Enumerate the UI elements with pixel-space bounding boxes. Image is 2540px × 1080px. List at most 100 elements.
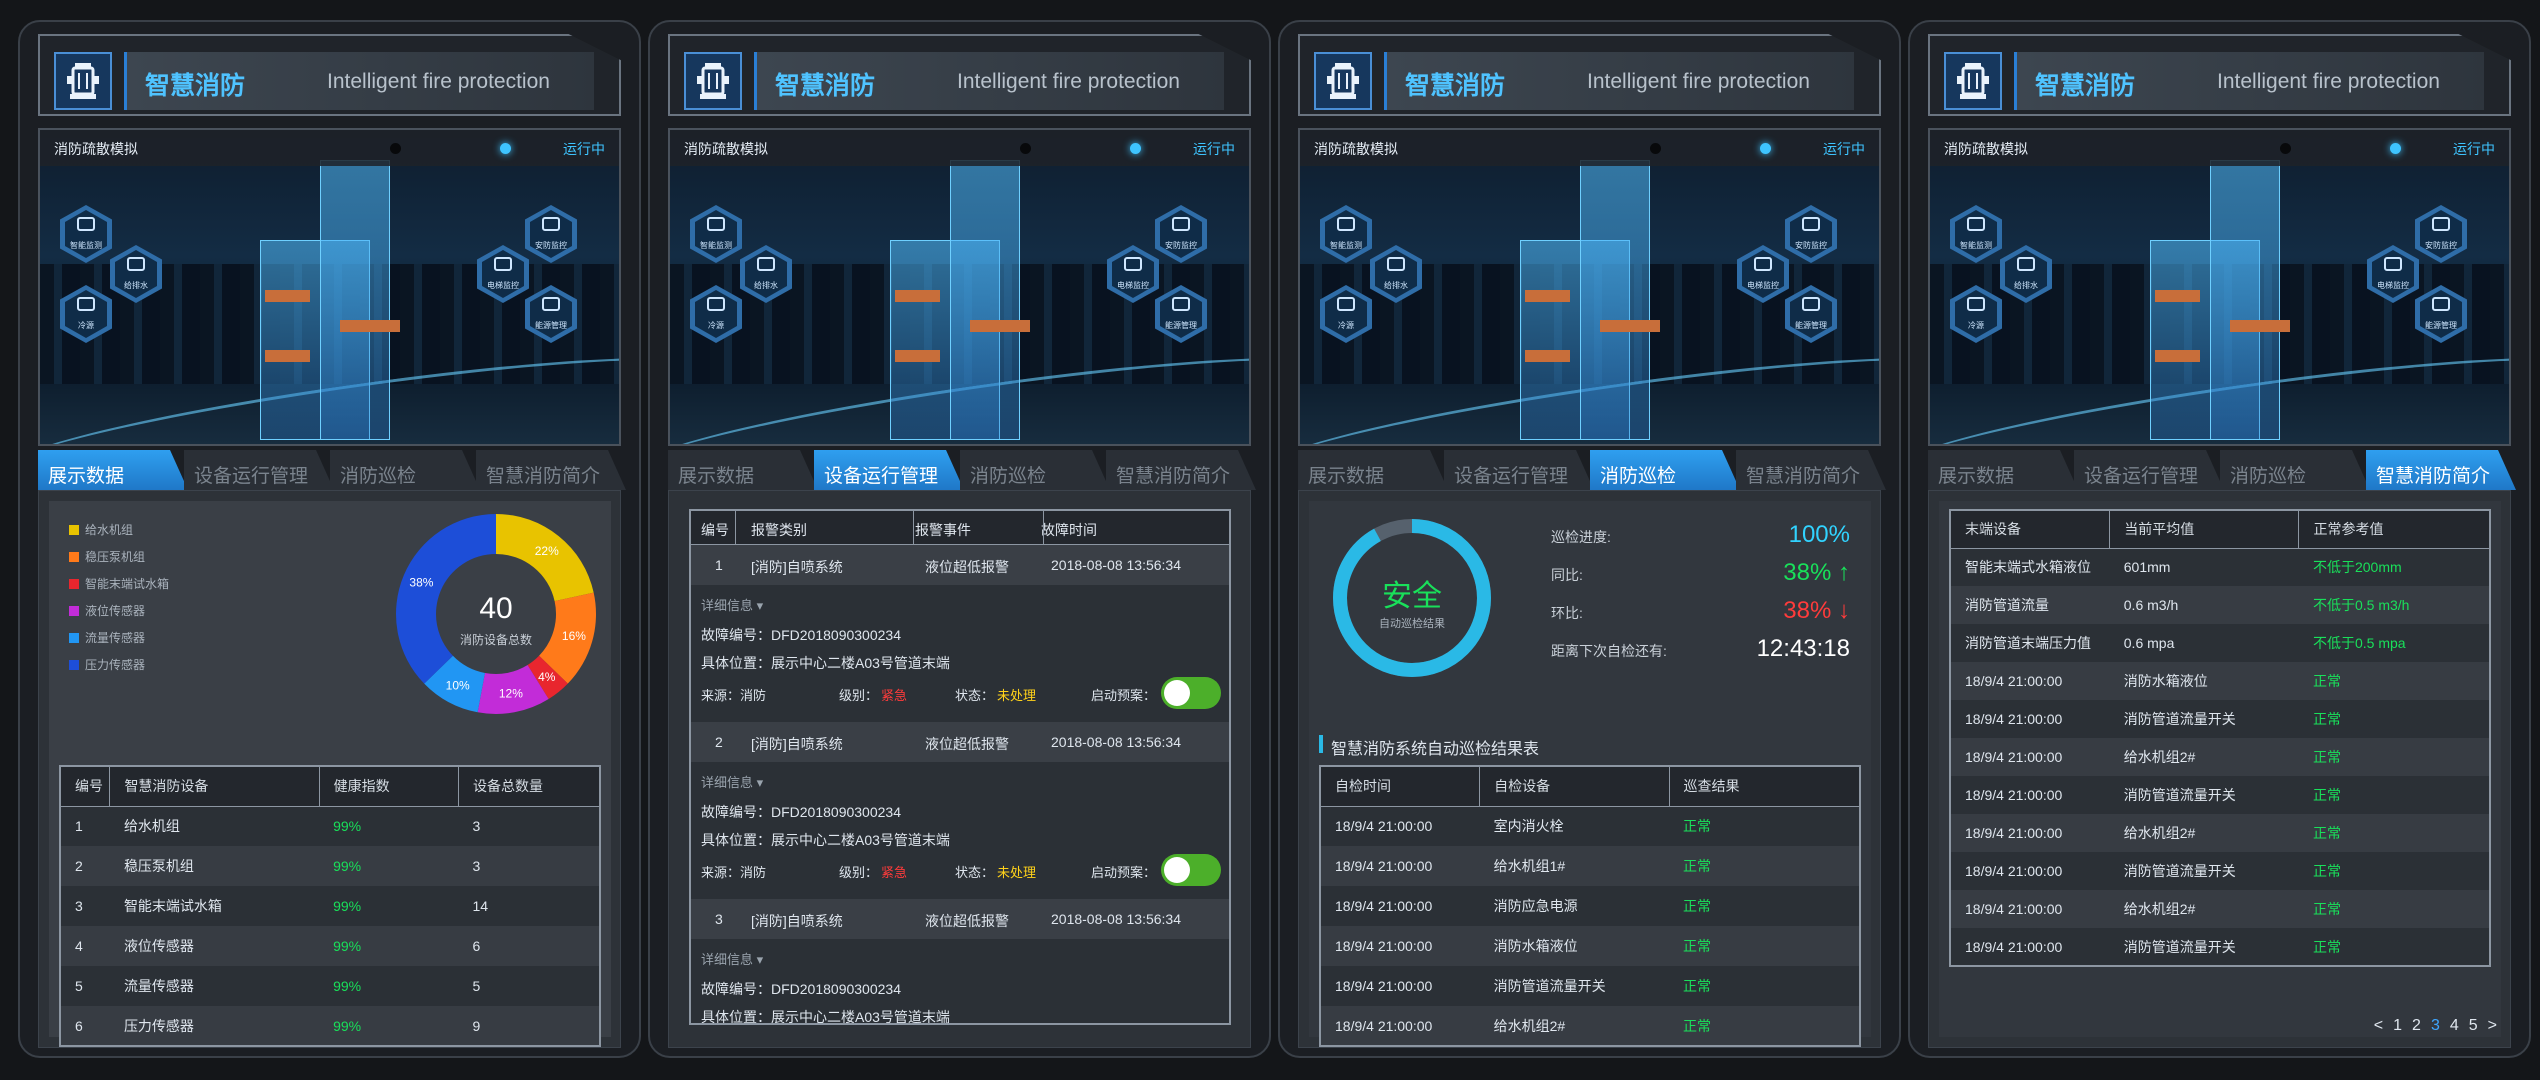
alarm-row[interactable]: 2 [消防]自喷系统 液位超低报警 2018-08-08 13:56:34	[691, 722, 1229, 762]
table-row[interactable]: 1 给水机组 99% 3	[60, 806, 600, 846]
table-row[interactable]: 18/9/4 21:00:00 给水机组2# 正常	[1950, 890, 2490, 928]
page-number[interactable]: 5	[2469, 1017, 2478, 1034]
hex-security-icon[interactable]: 安防监控	[525, 205, 577, 263]
table-row[interactable]: 18/9/4 21:00:00 给水机组1# 正常	[1320, 846, 1860, 886]
donut-slice-label: 12%	[499, 687, 523, 701]
column-header[interactable]: 自检设备	[1479, 765, 1670, 807]
page-next-button[interactable]: >	[2488, 1017, 2497, 1034]
table-row[interactable]: 18/9/4 21:00:00 给水机组2# 正常	[1320, 1006, 1860, 1046]
column-header[interactable]: 报警事件	[915, 520, 971, 540]
evacuation-scene[interactable]: 消防疏散模拟 运行中 智能监测 给排水 冷源 安防监控 电梯监控 能源管理	[668, 128, 1251, 446]
tab-intro[interactable]: 智慧消防简介	[1106, 450, 1256, 490]
tab-fire-patrol[interactable]: 消防巡检	[2220, 450, 2370, 490]
page-number[interactable]: 2	[2412, 1017, 2421, 1034]
tab-intro[interactable]: 智慧消防简介	[1736, 450, 1886, 490]
hex-security-icon[interactable]: 安防监控	[1155, 205, 1207, 263]
page-number[interactable]: 4	[2450, 1017, 2459, 1034]
alarm-row[interactable]: 1 [消防]自喷系统 液位超低报警 2018-08-08 13:56:34	[691, 545, 1229, 585]
hex-monitor-icon[interactable]: 智能监测	[690, 205, 742, 263]
table-row[interactable]: 消防管道末端压力值 0.6 mpa 不低于0.5 mpa	[1950, 624, 2490, 662]
tab-device-management[interactable]: 设备运行管理	[1444, 450, 1594, 490]
hex-security-icon[interactable]: 安防监控	[2415, 205, 2467, 263]
hex-label: 能源管理	[1165, 320, 1197, 330]
table-row[interactable]: 18/9/4 21:00:00 消防水箱液位 正常	[1950, 662, 2490, 700]
column-header[interactable]: 报警类别	[751, 520, 807, 540]
dashboard-panel-1: 智慧消防 Intelligent fire protection 消防疏散模拟 …	[18, 20, 641, 1058]
detail-toggle[interactable]: 详细信息 ▾	[701, 772, 763, 791]
table-row[interactable]: 18/9/4 21:00:00 给水机组2# 正常	[1950, 738, 2490, 776]
detail-toggle[interactable]: 详细信息 ▾	[701, 595, 763, 614]
brand-title-en: Intelligent fire protection	[1587, 70, 1810, 93]
legend-label: 智能末端试水箱	[85, 577, 170, 591]
column-header[interactable]: 编号	[59, 765, 111, 807]
tab-intro[interactable]: 智慧消防简介	[476, 450, 626, 490]
tab-fire-patrol[interactable]: 消防巡检	[960, 450, 1110, 490]
plan-toggle[interactable]	[1161, 854, 1221, 886]
tab-display-data[interactable]: 展示数据	[38, 450, 188, 490]
table-row[interactable]: 18/9/4 21:00:00 消防管道流量开关 正常	[1320, 966, 1860, 1006]
table-cell: 18/9/4 21:00:00	[1950, 700, 2110, 738]
column-header[interactable]: 当前平均值	[2109, 509, 2300, 549]
hex-security-icon[interactable]: 安防监控	[1785, 205, 1837, 263]
scene-floor-band	[265, 290, 310, 302]
table-row[interactable]: 18/9/4 21:00:00 消防应急电源 正常	[1320, 886, 1860, 926]
tab-device-management[interactable]: 设备运行管理	[2074, 450, 2224, 490]
scene-label: 消防疏散模拟	[54, 141, 138, 157]
tab-device-management[interactable]: 设备运行管理	[184, 450, 334, 490]
table-row[interactable]: 5 流量传感器 99% 5	[60, 966, 600, 1006]
table-row[interactable]: 18/9/4 21:00:00 消防管道流量开关 正常	[1950, 928, 2490, 966]
plan-toggle[interactable]	[1161, 677, 1221, 709]
evacuation-scene[interactable]: 消防疏散模拟 运行中 智能监测 给排水 冷源 安防监控 电梯监控 能源管理	[1298, 128, 1881, 446]
hex-label: 智能监测	[1960, 240, 1992, 250]
hex-monitor-icon[interactable]: 智能监测	[1320, 205, 1372, 263]
table-row[interactable]: 18/9/4 21:00:00 给水机组2# 正常	[1950, 814, 2490, 852]
column-header[interactable]: 末端设备	[1949, 509, 2111, 549]
tab-device-management[interactable]: 设备运行管理	[814, 450, 964, 490]
column-header[interactable]: 巡查结果	[1668, 765, 1861, 807]
table-cell: 正常	[1669, 926, 1860, 966]
table-row[interactable]: 18/9/4 21:00:00 消防管道流量开关 正常	[1950, 852, 2490, 890]
table-row[interactable]: 18/9/4 21:00:00 消防管道流量开关 正常	[1950, 776, 2490, 814]
tab-display-data[interactable]: 展示数据	[1928, 450, 2078, 490]
table-row[interactable]: 2 稳压泵机组 99% 3	[60, 846, 600, 886]
table-cell: 给水机组1#	[1479, 846, 1670, 886]
evacuation-scene[interactable]: 消防疏散模拟 运行中 智能监测 给排水 冷源 安防监控 电梯监控 能源管理	[38, 128, 621, 446]
tab-fire-patrol[interactable]: 消防巡检	[1590, 450, 1740, 490]
tab-display-data[interactable]: 展示数据	[1298, 450, 1448, 490]
tab-fire-patrol[interactable]: 消防巡检	[330, 450, 480, 490]
table-cell: 给水机组	[109, 806, 320, 846]
donut-slice-label: 4%	[538, 670, 556, 684]
detail-toggle[interactable]: 详细信息 ▾	[701, 949, 763, 968]
tab-display-data[interactable]: 展示数据	[668, 450, 818, 490]
column-header[interactable]: 健康指数	[318, 765, 459, 807]
page-number[interactable]: 3	[2431, 1017, 2440, 1034]
column-header[interactable]: 正常参考值	[2298, 509, 2491, 549]
table-row[interactable]: 6 压力传感器 99% 9	[60, 1006, 600, 1046]
table-row[interactable]: 18/9/4 21:00:00 室内消火栓 正常	[1320, 806, 1860, 846]
table-row[interactable]: 4 液位传感器 99% 6	[60, 926, 600, 966]
column-header[interactable]: 自检时间	[1319, 765, 1481, 807]
table-row[interactable]: 智能末端式水箱液位 601mm 不低于200mm	[1950, 548, 2490, 586]
page-number[interactable]: 1	[2393, 1017, 2402, 1034]
table-row[interactable]: 18/9/4 21:00:00 消防水箱液位 正常	[1320, 926, 1860, 966]
table-row[interactable]: 消防管道流量 0.6 m3/h 不低于0.5 m3/h	[1950, 586, 2490, 624]
hex-label: 给排水	[754, 280, 778, 290]
table-cell: 消防管道流量	[1950, 586, 2110, 624]
panel-tabs: 展示数据 设备运行管理 消防巡检 智慧消防简介	[38, 450, 626, 490]
column-header[interactable]: 编号	[701, 520, 729, 540]
alarm-list[interactable]: 编号 报警类别 报警事件 故障时间 1 [消防]自喷系统 液位超低报警 2018-08-08 …	[689, 509, 1231, 1025]
alarm-row[interactable]: 3 [消防]自喷系统 液位超低报警 2018-08-08 13:56:34	[691, 899, 1229, 939]
column-header[interactable]: 智慧消防设备	[109, 765, 320, 807]
table-row[interactable]: 3 智能末端试水箱 99% 14	[60, 886, 600, 926]
column-header[interactable]: 设备总数量	[457, 765, 601, 807]
page-prev-button[interactable]: <	[2374, 1017, 2383, 1034]
table-cell: 消防管道流量开关	[2109, 928, 2299, 966]
header-title-strip: 智慧消防 Intelligent fire protection	[1384, 52, 1854, 110]
column-header[interactable]: 故障时间	[1041, 520, 1097, 540]
table-row[interactable]: 18/9/4 21:00:00 消防管道流量开关 正常	[1950, 700, 2490, 738]
hex-monitor-icon[interactable]: 智能监测	[1950, 205, 2002, 263]
hex-monitor-icon[interactable]: 智能监测	[60, 205, 112, 263]
brand-title-en: Intelligent fire protection	[957, 70, 1180, 93]
evacuation-scene[interactable]: 消防疏散模拟 运行中 智能监测 给排水 冷源 安防监控 电梯监控 能源管理	[1928, 128, 2511, 446]
tab-intro[interactable]: 智慧消防简介	[2366, 450, 2516, 490]
